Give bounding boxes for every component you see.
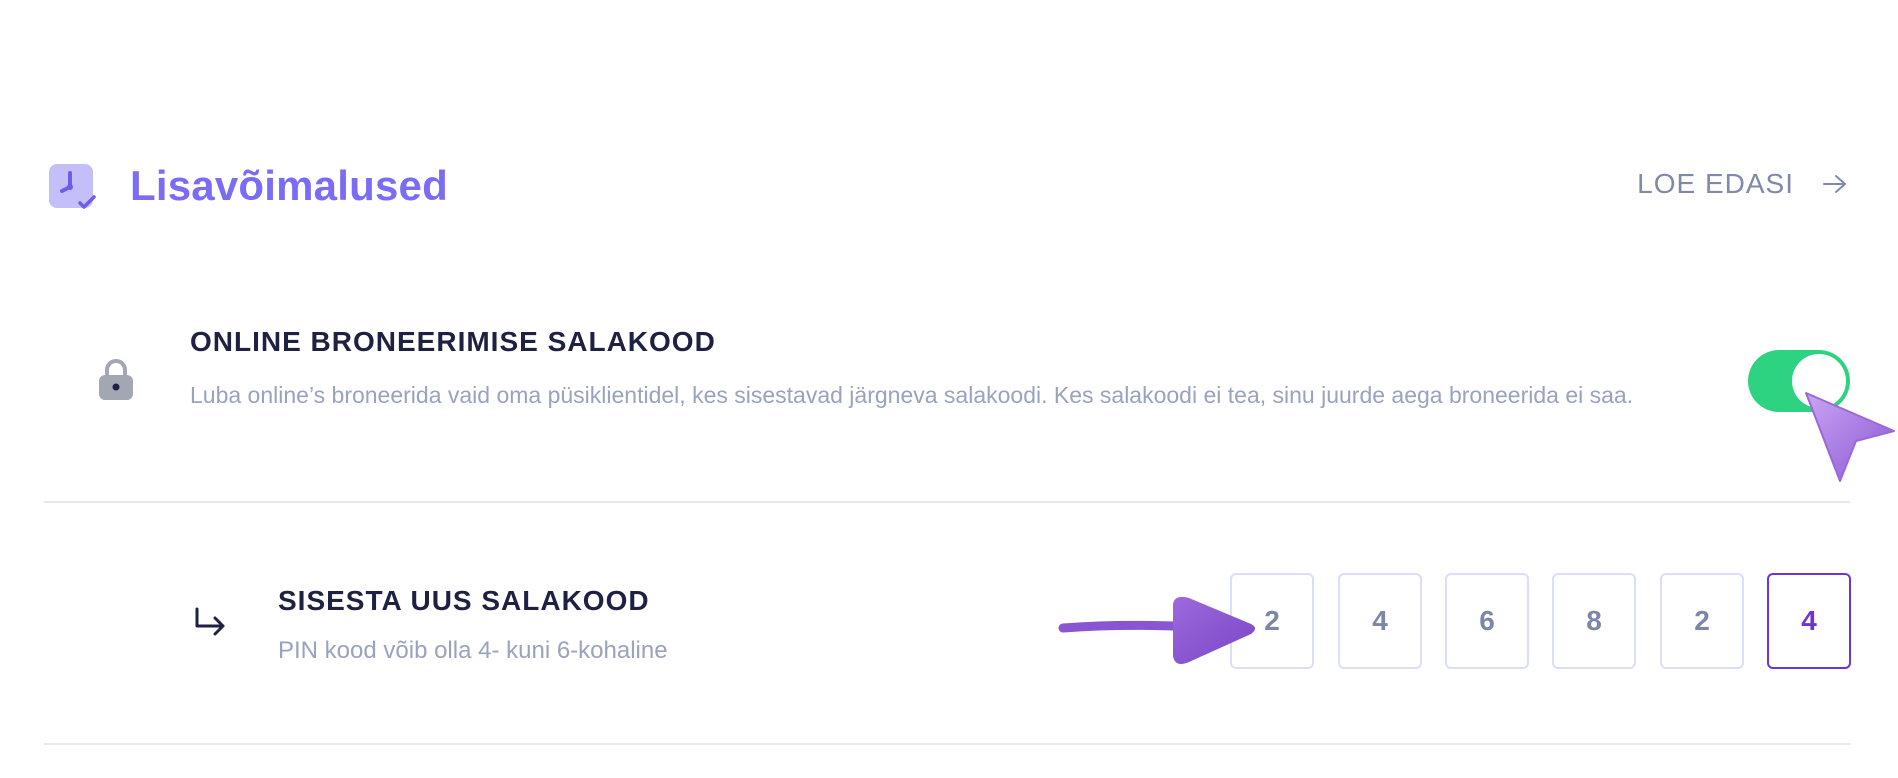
read-more-label: LOE EDASI xyxy=(1637,168,1794,199)
arrow-pointer-icon xyxy=(1058,596,1255,664)
read-more-link[interactable]: LOE EDASI xyxy=(1637,168,1848,200)
return-arrow-icon xyxy=(195,607,225,636)
section-title: Lisavõimalused xyxy=(130,162,448,209)
online-passcode-description: Luba online’s broneerida vaid oma püsikl… xyxy=(190,382,1634,408)
pin-digit-5[interactable]: 2 xyxy=(1660,573,1744,669)
divider xyxy=(44,501,1850,503)
online-passcode-toggle[interactable] xyxy=(1748,350,1850,412)
toggle-knob xyxy=(1792,354,1846,408)
pin-digit-4[interactable]: 8 xyxy=(1552,573,1636,669)
settings-page: Lisavõimalused LOE EDASI ONLINE BRONEERI… xyxy=(0,0,1898,778)
lock-icon xyxy=(99,359,133,400)
pin-digit-3[interactable]: 6 xyxy=(1445,573,1529,669)
online-passcode-title: ONLINE BRONEERIMISE SALAKOOD xyxy=(190,326,716,357)
pin-digit-1[interactable]: 2 xyxy=(1230,573,1314,669)
new-passcode-title: SISESTA UUS SALAKOOD xyxy=(278,585,650,616)
arrow-right-icon xyxy=(1823,175,1846,193)
pin-digit-2[interactable]: 4 xyxy=(1338,573,1422,669)
new-passcode-hint: PIN kood võib olla 4- kuni 6-kohaline xyxy=(278,637,668,664)
clock-check-icon xyxy=(49,164,96,209)
divider xyxy=(44,743,1850,745)
pin-digit-6[interactable]: 4 xyxy=(1767,573,1851,669)
